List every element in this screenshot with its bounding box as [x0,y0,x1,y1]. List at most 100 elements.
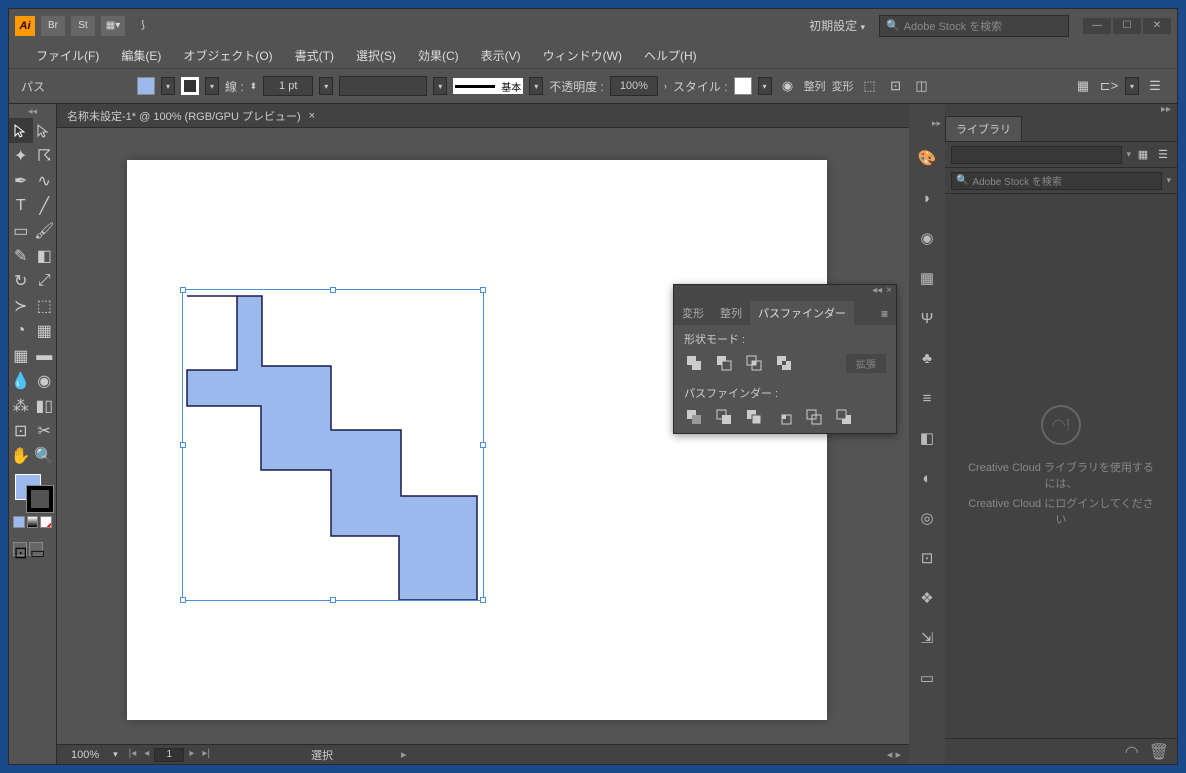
transform-panel-link[interactable]: 変形 [832,78,854,94]
merge-icon[interactable] [744,407,764,427]
style-swatch[interactable] [734,77,752,95]
fill-stroke-control[interactable] [9,472,56,516]
document-tab[interactable]: 名称未設定-1* @ 100% (RGB/GPU プレビュー) × [57,104,909,128]
align-panel-link[interactable]: 整列 [804,78,826,94]
edit-clip-icon[interactable]: ⊡ [886,76,906,96]
zoom-tool[interactable]: 🔍 [33,443,57,468]
draw-mode[interactable]: ⊡ [13,542,27,556]
panel-collapse-icon[interactable]: ◂◂ [872,285,882,301]
close-tab-icon[interactable]: × [309,110,315,122]
stroke-color[interactable] [27,486,53,512]
minus-back-icon[interactable] [834,407,854,427]
artboards-panel-icon[interactable]: ▭ [916,667,938,689]
color-panel-icon[interactable]: 🎨 [916,147,938,169]
stroke-swatch[interactable] [181,77,199,95]
menu-window[interactable]: ウィンドウ(W) [534,44,631,67]
layers-panel-icon[interactable]: ❖ [916,587,938,609]
line-tool[interactable]: ╱ [33,193,57,218]
menu-select[interactable]: 選択(S) [347,44,405,67]
canvas-viewport[interactable]: ◂◂ × 変形 整列 パスファインダー ≡ 形状モード : [57,128,909,744]
paintbrush-tool[interactable]: 🖌 [33,218,57,243]
perspective-tool[interactable]: ▦ [33,318,57,343]
symbol-sprayer-tool[interactable]: ⁂ [9,393,33,418]
stock-button[interactable]: St [71,16,95,36]
cc-footer-icon[interactable]: ◠ [1125,742,1139,762]
opacity-input[interactable] [610,76,658,96]
gpu-button[interactable]: ⟆ [131,16,155,36]
minus-front-icon[interactable] [714,353,734,373]
panel-close-icon[interactable]: × [886,285,892,301]
trash-icon[interactable]: 🗑 [1149,742,1169,762]
stroke-panel-icon[interactable]: ≡ [916,387,938,409]
screen-mode[interactable]: ▭ [29,542,43,556]
gradient-mode[interactable] [27,516,39,528]
bridge-button[interactable]: Br [41,16,65,36]
menu-file[interactable]: ファイル(F) [27,44,108,67]
type-tool[interactable]: T [9,193,33,218]
maximize-button[interactable]: ☐ [1113,18,1141,34]
library-search[interactable]: 🔍 Adobe Stock を検索 [951,172,1162,190]
brushes-panel-icon[interactable]: Ψ [916,307,938,329]
prev-artboard-btn[interactable]: ◂ [141,748,152,762]
pen-tool[interactable]: ✒ [9,168,33,193]
stroke-weight-input[interactable] [263,76,313,96]
artboard-tool[interactable]: ⊡ [9,418,33,443]
column-graph-tool[interactable]: ▮▯ [33,393,57,418]
trim-icon[interactable] [714,407,734,427]
unite-icon[interactable] [684,353,704,373]
gradient-panel-icon[interactable]: ◧ [916,427,938,449]
expand-button[interactable]: 拡張 [846,354,886,373]
snap-dropdown[interactable]: ▾ [1125,77,1139,95]
menu-view[interactable]: 表示(V) [472,44,530,67]
eraser-tool[interactable]: ◧ [33,243,57,268]
fill-swatch[interactable] [137,77,155,95]
pathfinder-tab[interactable]: パスファインダー [750,301,854,325]
libraries-tab[interactable]: ライブラリ [945,116,1022,141]
properties-icon[interactable]: ☰ [1145,76,1165,96]
style-dropdown[interactable]: ▾ [758,77,772,95]
align-pixel-icon[interactable]: ▦ [1073,76,1093,96]
graphic-styles-icon[interactable]: ⊡ [916,547,938,569]
brush-dropdown[interactable]: ▾ [529,77,543,95]
edit-contents-icon[interactable]: ◫ [912,76,932,96]
blend-tool[interactable]: ◉ [33,368,57,393]
eyedropper-tool[interactable]: 💧 [9,368,33,393]
stroke-weight-dropdown[interactable]: ▾ [319,77,333,95]
fill-dropdown[interactable]: ▾ [161,77,175,95]
rectangle-tool[interactable]: ▭ [9,218,33,243]
free-transform-tool[interactable]: ⬚ [33,293,57,318]
none-mode[interactable] [40,516,52,528]
magic-wand-tool[interactable]: ✦ [9,143,33,168]
scale-tool[interactable]: ⤢ [33,268,57,293]
brush-definition[interactable]: 基本 [453,78,523,94]
grid-view-icon[interactable]: ▦ [1135,147,1151,163]
exclude-icon[interactable] [774,353,794,373]
menu-effect[interactable]: 効果(C) [409,44,468,67]
hand-tool[interactable]: ✋ [9,443,33,468]
next-artboard-btn[interactable]: ▸ [186,748,197,762]
transparency-panel-icon[interactable]: ◐ [916,467,938,489]
menu-edit[interactable]: 編集(E) [112,44,170,67]
color-mode[interactable] [13,516,25,528]
symbols-panel-icon[interactable]: ♣ [916,347,938,369]
artboard-number-input[interactable] [154,748,184,762]
toolbox-expand[interactable]: ◂◂ [9,106,56,118]
edit-colors-icon[interactable]: ◉ [916,227,938,249]
profile-dropdown[interactable]: ▾ [433,77,447,95]
swatches-panel-icon[interactable]: ▦ [916,267,938,289]
intersect-icon[interactable] [744,353,764,373]
recolor-icon[interactable]: ◉ [778,76,798,96]
list-view-icon[interactable]: ☰ [1155,147,1171,163]
last-artboard-btn[interactable]: ▸| [199,748,213,762]
appearance-panel-icon[interactable]: ◎ [916,507,938,529]
panel-menu-icon[interactable]: ≡ [873,303,896,325]
gradient-tool[interactable]: ▬ [33,343,57,368]
minimize-button[interactable]: — [1083,18,1111,34]
direct-selection-tool[interactable] [33,118,57,143]
transform-tab[interactable]: 変形 [674,301,712,325]
slice-tool[interactable]: ✂ [33,418,57,443]
isolate-icon[interactable]: ⬚ [860,76,880,96]
arrange-docs-button[interactable]: ▦▾ [101,16,125,36]
stroke-dropdown[interactable]: ▾ [205,77,219,95]
first-artboard-btn[interactable]: |◂ [126,748,140,762]
